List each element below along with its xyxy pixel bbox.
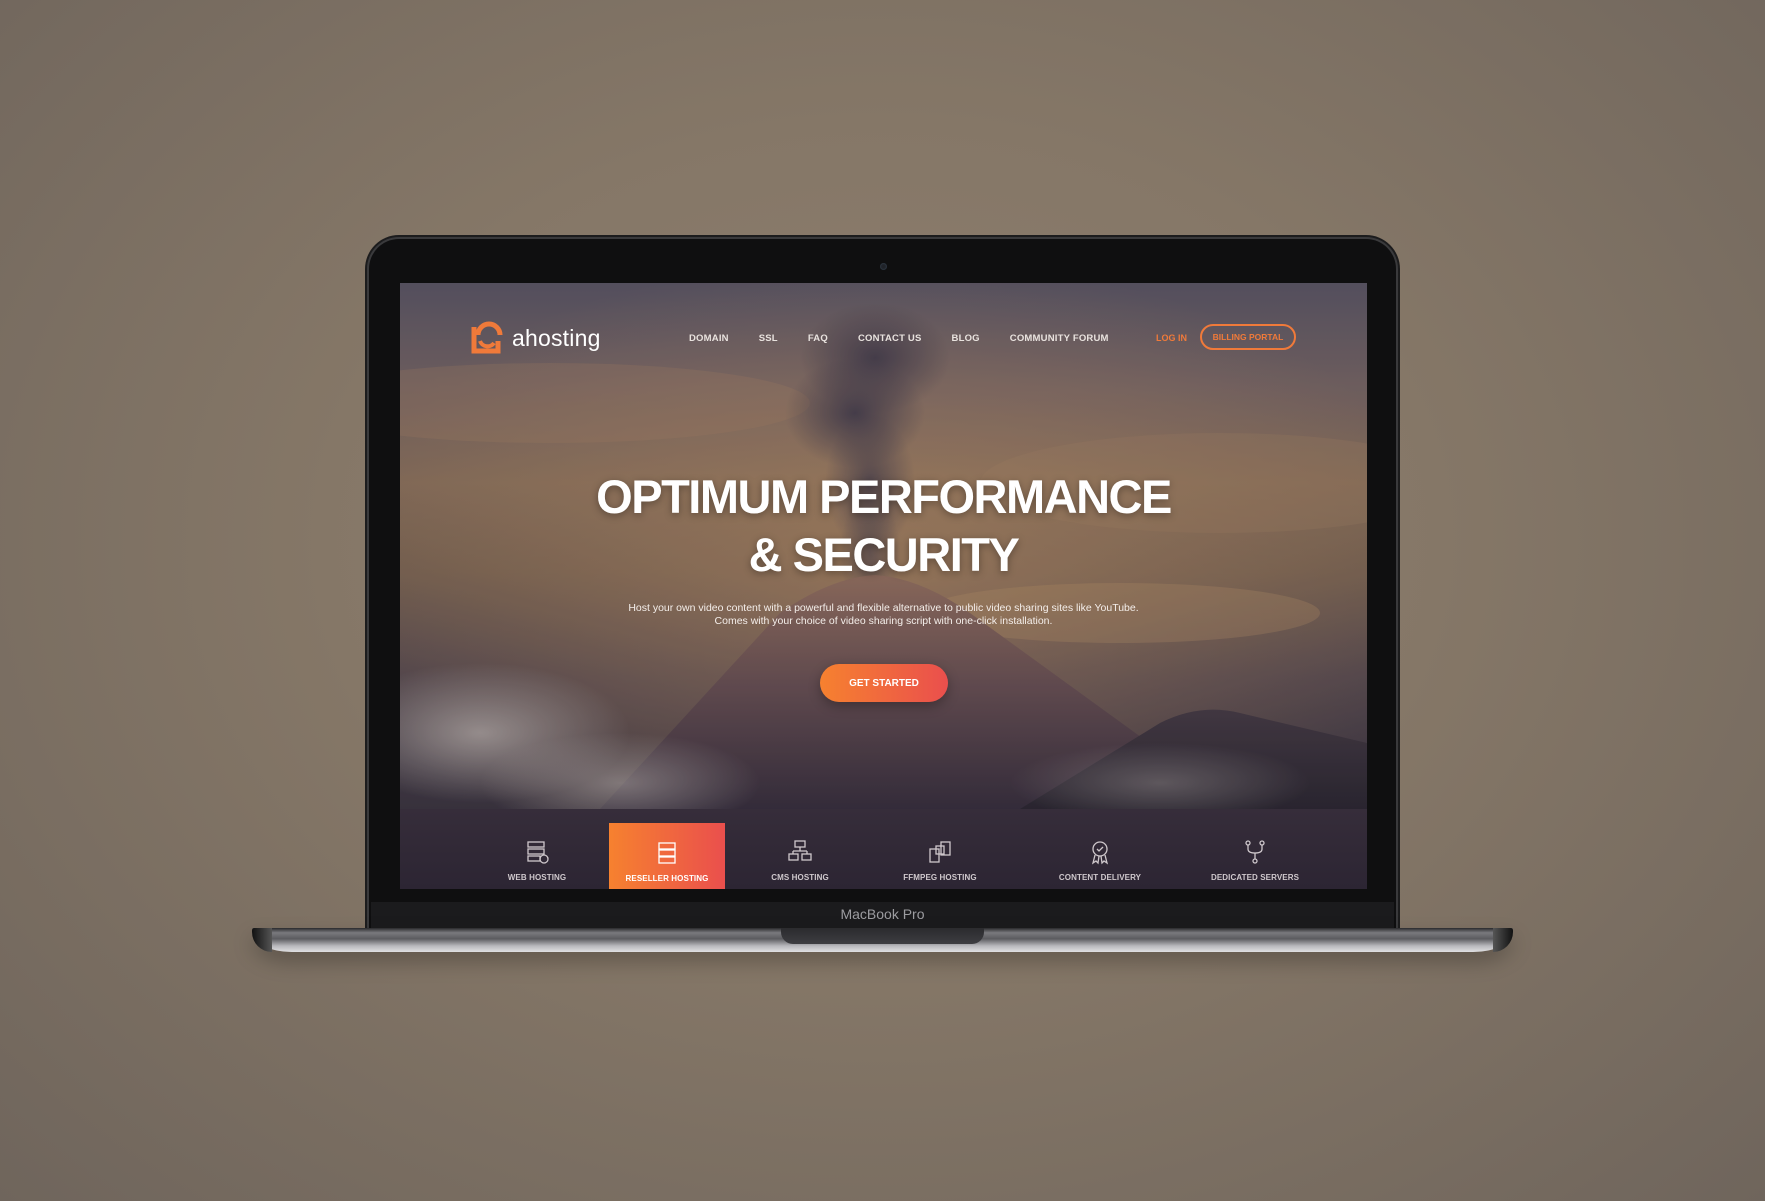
dedicated-servers-icon [1242, 839, 1268, 865]
service-label: WEB HOSTING [507, 873, 567, 882]
services-bar: WEB HOSTING RESELLER HOSTING CMS HOSTING… [400, 809, 1367, 889]
headline-line-2: & SECURITY [748, 528, 1020, 581]
web-hosting-icon [524, 839, 550, 865]
service-dedicated-servers[interactable]: DEDICATED SERVERS [1180, 809, 1330, 889]
service-reseller-hosting[interactable]: RESELLER HOSTING [609, 823, 725, 889]
nav-faq[interactable]: FAQ [808, 333, 828, 344]
camera-icon [880, 263, 887, 270]
nav-blog[interactable]: BLOG [952, 333, 980, 344]
ffmpeg-hosting-icon [927, 839, 953, 865]
nav-community-forum[interactable]: COMMUNITY FORUM [1010, 333, 1109, 344]
service-label: CONTENT DELIVERY [1058, 873, 1142, 882]
hero-headline: OPTIMUM PERFORMANCE & SECURITY [400, 468, 1367, 584]
top-navigation: ahosting DOMAIN SSL FAQ CONTACT US BLOG … [400, 283, 1367, 393]
subtext-line-2: Comes with your choice of video sharing … [714, 615, 1053, 627]
laptop-opening-notch [781, 928, 984, 944]
hero-subtext: Host your own video content with a power… [400, 602, 1367, 628]
device-model-label: MacBook Pro [840, 906, 925, 922]
billing-portal-button[interactable]: BILLING PORTAL [1200, 324, 1296, 350]
service-ffmpeg-hosting[interactable]: FFMPEG HOSTING [875, 809, 1005, 889]
service-label: FFMPEG HOSTING [903, 873, 977, 882]
service-label: DEDICATED SERVERS [1210, 873, 1300, 882]
laptop-base-right-edge [1493, 928, 1513, 952]
service-label: RESELLER HOSTING [625, 874, 709, 883]
get-started-button[interactable]: GET STARTED [820, 664, 948, 702]
headline-line-1: OPTIMUM PERFORMANCE [596, 470, 1172, 523]
laptop-base-left-edge [252, 928, 272, 952]
website-screen: ahosting DOMAIN SSL FAQ CONTACT US BLOG … [400, 283, 1367, 889]
brand-logo[interactable]: ahosting [470, 321, 601, 355]
service-label: CMS HOSTING [771, 873, 829, 882]
subtext-line-1: Host your own video content with a power… [628, 602, 1139, 614]
service-content-delivery[interactable]: CONTENT DELIVERY [1025, 809, 1175, 889]
nav-ssl[interactable]: SSL [759, 333, 778, 344]
ahosting-logo-icon [471, 321, 503, 354]
content-delivery-icon [1087, 839, 1113, 865]
login-link[interactable]: LOG IN [1156, 333, 1187, 343]
cms-hosting-icon [787, 839, 813, 865]
hero-section: ahosting DOMAIN SSL FAQ CONTACT US BLOG … [400, 283, 1367, 809]
reseller-hosting-icon [654, 840, 680, 866]
nav-domain[interactable]: DOMAIN [689, 333, 729, 344]
main-menu: DOMAIN SSL FAQ CONTACT US BLOG COMMUNITY… [689, 333, 1139, 344]
brand-name: ahosting [512, 324, 601, 351]
service-cms-hosting[interactable]: CMS HOSTING [745, 809, 855, 889]
nav-contact-us[interactable]: CONTACT US [858, 333, 922, 344]
service-web-hosting[interactable]: WEB HOSTING [480, 809, 594, 889]
